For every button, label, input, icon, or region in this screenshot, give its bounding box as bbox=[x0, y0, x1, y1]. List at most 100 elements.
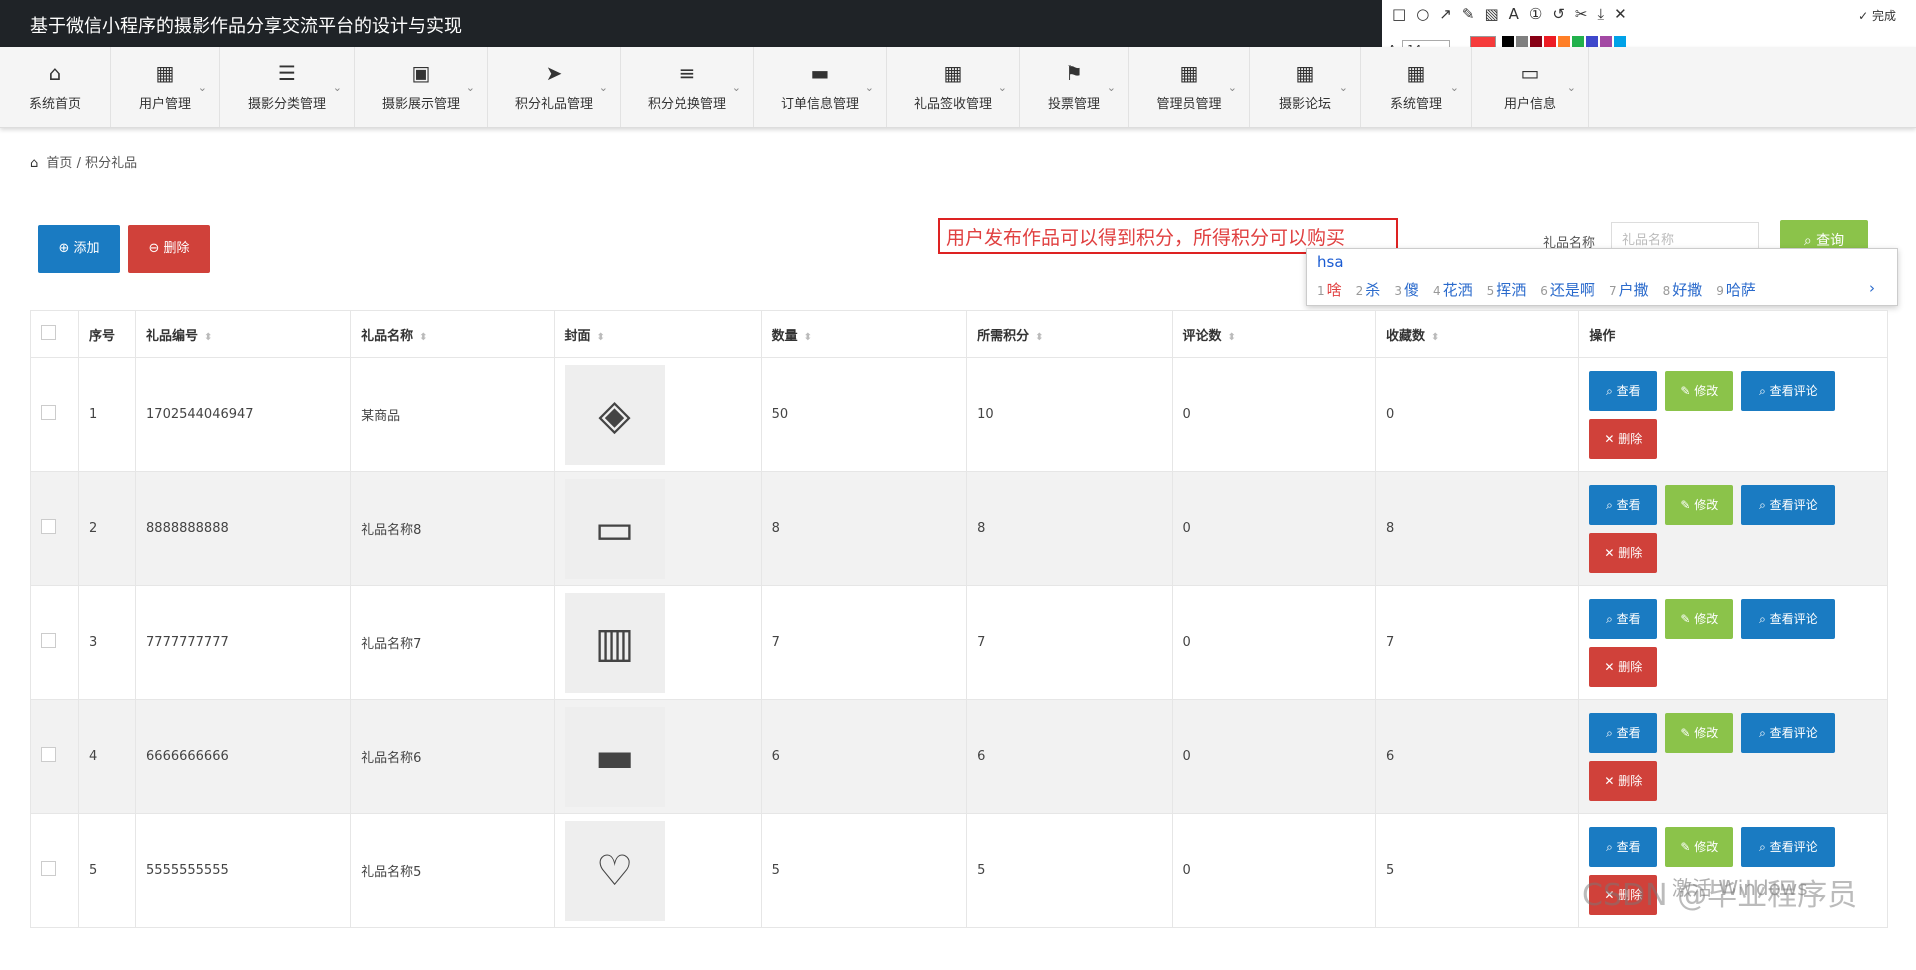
necklace-icon: ◈ bbox=[564, 364, 665, 465]
ime-candidate[interactable]: 8 好撒 bbox=[1663, 279, 1703, 300]
ime-candidate[interactable]: 1啥 bbox=[1317, 279, 1342, 300]
view-comments-button[interactable]: ⌕ 查看评论 bbox=[1741, 598, 1836, 639]
palette-color-swatch[interactable] bbox=[1586, 36, 1598, 47]
view-comments-button[interactable]: ⌕ 查看评论 bbox=[1741, 370, 1836, 411]
sort-icon[interactable]: ⬍ bbox=[1431, 332, 1439, 343]
sort-icon[interactable]: ⬍ bbox=[804, 332, 812, 343]
edit-button[interactable]: ✎ 修改 bbox=[1665, 826, 1734, 867]
sort-icon[interactable]: ⬍ bbox=[419, 332, 427, 343]
ime-candidate[interactable]: 6 还是啊 bbox=[1540, 279, 1595, 300]
ime-candidate[interactable]: 7 户撒 bbox=[1609, 279, 1649, 300]
column-header[interactable]: 序号 bbox=[78, 310, 137, 358]
select-all-checkbox[interactable] bbox=[41, 324, 56, 340]
nav-item[interactable]: ▭ 用户信息 ⌄ bbox=[1472, 47, 1589, 127]
ime-next-icon[interactable]: › bbox=[1869, 279, 1875, 297]
rectangle-tool-icon[interactable]: □ bbox=[1392, 5, 1406, 23]
nav-item[interactable]: ⚑ 投票管理 ⌄ bbox=[1020, 47, 1129, 127]
nav-item[interactable]: ⌂ 系统首页 bbox=[0, 47, 111, 127]
serial-tool-icon[interactable]: ① bbox=[1529, 5, 1542, 23]
delete-button[interactable]: ⊖ 删除 bbox=[128, 225, 210, 273]
palette-color-swatch[interactable] bbox=[1572, 36, 1584, 47]
view-comments-button[interactable]: ⌕ 查看评论 bbox=[1741, 712, 1836, 753]
ellipse-tool-icon[interactable]: ○ bbox=[1416, 5, 1429, 23]
done-button[interactable]: ✓ 完成 bbox=[1858, 7, 1896, 24]
view-button[interactable]: ⌕ 查看 bbox=[1589, 484, 1658, 525]
edit-button[interactable]: ✎ 修改 bbox=[1665, 484, 1734, 525]
pin-icon[interactable]: ✂ bbox=[1575, 5, 1588, 23]
cell-quantity: 50 bbox=[760, 357, 968, 472]
arrow-tool-icon[interactable]: ↗ bbox=[1439, 5, 1452, 23]
palette-color-swatch[interactable] bbox=[1544, 36, 1556, 47]
nav-item[interactable]: ▦ 摄影论坛 ⌄ bbox=[1250, 47, 1361, 127]
edit-button[interactable]: ✎ 修改 bbox=[1665, 598, 1734, 639]
close-icon[interactable]: ✕ bbox=[1614, 5, 1627, 23]
nav-item-label: 用户信息 bbox=[1503, 97, 1556, 112]
view-button[interactable]: ⌕ 查看 bbox=[1589, 370, 1658, 411]
palette-color-swatch[interactable] bbox=[1502, 36, 1514, 47]
delete-row-button[interactable]: ✕ 删除 bbox=[1589, 646, 1658, 687]
view-button[interactable]: ⌕ 查看 bbox=[1589, 598, 1658, 639]
chevron-down-icon: ⌄ bbox=[1449, 81, 1459, 94]
edit-button[interactable]: ✎ 修改 bbox=[1665, 370, 1734, 411]
column-header[interactable]: 封面 ⬍ bbox=[553, 310, 762, 358]
ime-candidate[interactable]: 3傻 bbox=[1394, 279, 1419, 300]
view-button[interactable]: ⌕ 查看 bbox=[1589, 712, 1658, 753]
breadcrumb: ⌂ 首页 / 积分礼品 bbox=[30, 152, 137, 171]
nav-item[interactable]: ▬ 订单信息管理 ⌄ bbox=[754, 47, 887, 127]
column-header[interactable]: 评论数 ⬍ bbox=[1171, 310, 1376, 358]
column-header[interactable]: 礼品名称 ⬍ bbox=[350, 310, 555, 358]
view-button[interactable]: ⌕ 查看 bbox=[1589, 826, 1658, 867]
delete-row-button[interactable]: ✕ 删除 bbox=[1589, 418, 1658, 459]
column-header[interactable]: 数量 ⬍ bbox=[760, 310, 968, 358]
ime-candidate[interactable]: 2杀 bbox=[1356, 279, 1381, 300]
nav-item[interactable]: ▣ 摄影展示管理 ⌄ bbox=[355, 47, 488, 127]
row-checkbox[interactable] bbox=[41, 405, 56, 420]
cell-name: 礼品名称7 bbox=[350, 585, 555, 700]
sort-icon[interactable]: ⬍ bbox=[1035, 332, 1043, 343]
row-checkbox[interactable] bbox=[41, 633, 56, 648]
view-comments-button-label: 查看评论 bbox=[1769, 839, 1818, 854]
delete-row-button[interactable]: ✕ 删除 bbox=[1589, 532, 1658, 573]
ime-candidate[interactable]: 9 哈萨 bbox=[1716, 279, 1756, 300]
nav-item[interactable]: ▦ 系统管理 ⌄ bbox=[1361, 47, 1472, 127]
row-checkbox[interactable] bbox=[41, 861, 56, 876]
nav-item[interactable]: ▦ 礼品签收管理 ⌄ bbox=[887, 47, 1020, 127]
text-tool-icon[interactable]: A bbox=[1509, 5, 1519, 23]
row-checkbox[interactable] bbox=[41, 747, 56, 762]
palette-color-swatch[interactable] bbox=[1530, 36, 1542, 47]
sort-icon[interactable]: ⬍ bbox=[597, 332, 605, 343]
palette-color-swatch[interactable] bbox=[1600, 36, 1612, 47]
sort-icon[interactable]: ⬍ bbox=[1228, 332, 1236, 343]
column-header[interactable]: 收藏数 ⬍ bbox=[1374, 310, 1580, 358]
delete-row-button[interactable]: ✕ 删除 bbox=[1589, 760, 1658, 801]
palette-color-swatch[interactable] bbox=[1516, 36, 1528, 47]
pen-tool-icon[interactable]: ✎ bbox=[1462, 5, 1475, 23]
ime-candidate[interactable]: 4 花洒 bbox=[1433, 279, 1473, 300]
undo-icon[interactable]: ↺ bbox=[1552, 5, 1565, 23]
column-header[interactable]: 所需积分 ⬍ bbox=[966, 310, 1173, 358]
sort-icon[interactable]: ⬍ bbox=[204, 332, 212, 343]
nav-item[interactable]: ☰ 摄影分类管理 ⌄ bbox=[220, 47, 355, 127]
palette-color-swatch[interactable] bbox=[1558, 36, 1570, 47]
row-checkbox[interactable] bbox=[41, 519, 56, 534]
breadcrumb-separator: / bbox=[76, 156, 81, 171]
nav-item[interactable]: ▦ 管理员管理 ⌄ bbox=[1129, 47, 1250, 127]
mosaic-tool-icon[interactable]: ▧ bbox=[1484, 5, 1498, 23]
download-icon[interactable]: ⤓ bbox=[1598, 5, 1605, 23]
ime-candidate-number: 3 bbox=[1394, 284, 1402, 298]
view-comments-button[interactable]: ⌕ 查看评论 bbox=[1741, 484, 1836, 525]
view-comments-button[interactable]: ⌕ 查看评论 bbox=[1741, 826, 1836, 867]
ime-candidate[interactable]: 5 挥洒 bbox=[1487, 279, 1527, 300]
chevron-down-icon: ⌄ bbox=[598, 81, 608, 94]
breadcrumb-home[interactable]: 首页 bbox=[46, 156, 72, 171]
nav-item[interactable]: ▦ 用户管理 ⌄ bbox=[111, 47, 220, 127]
column-header[interactable]: 操作 bbox=[1578, 310, 1888, 358]
palette-color-swatch[interactable] bbox=[1614, 36, 1626, 47]
ime-candidate-number: 5 bbox=[1486, 284, 1495, 298]
add-button[interactable]: ⊕ 添加 bbox=[38, 225, 120, 273]
nav-item[interactable]: ➤ 积分礼品管理 ⌄ bbox=[488, 47, 621, 127]
nav-item[interactable]: ≡ 积分兑换管理 ⌄ bbox=[621, 47, 754, 127]
edit-button[interactable]: ✎ 修改 bbox=[1665, 712, 1734, 753]
column-header-label: 封面 bbox=[564, 328, 591, 344]
column-header[interactable]: 礼品编号 ⬍ bbox=[135, 310, 352, 358]
